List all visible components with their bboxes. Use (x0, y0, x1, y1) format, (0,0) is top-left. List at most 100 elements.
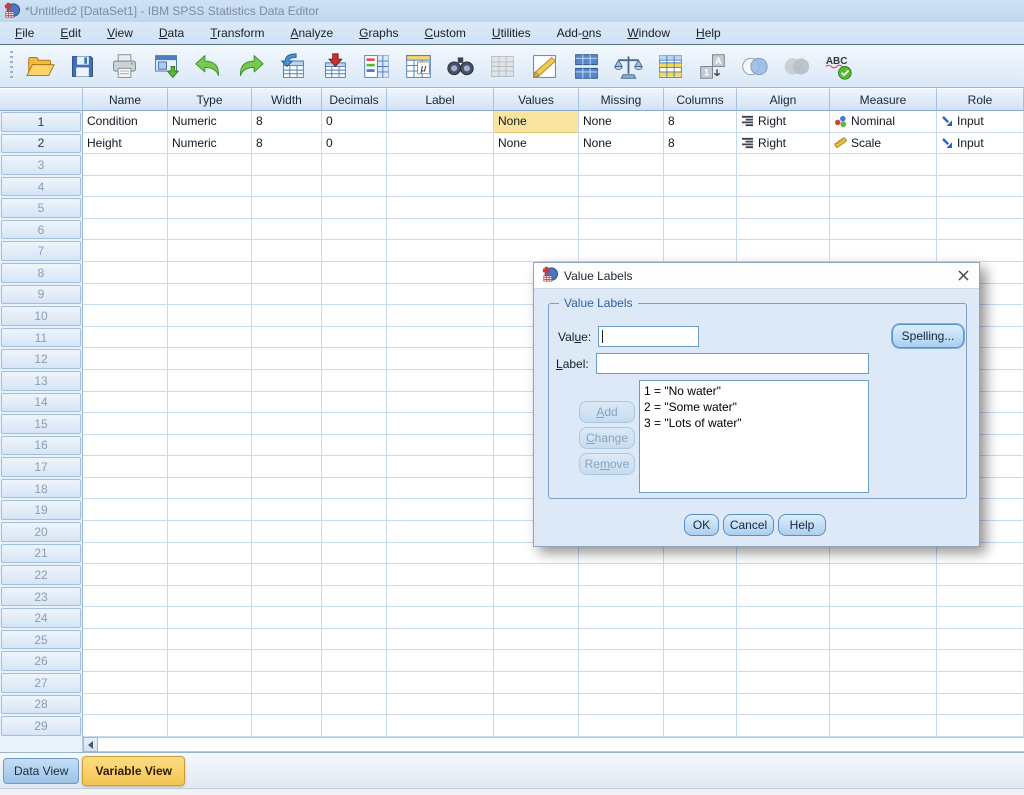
cell-decimals-row10[interactable] (322, 305, 387, 327)
cell-measure-row25[interactable] (830, 629, 937, 651)
cell-decimals-row5[interactable] (322, 197, 387, 219)
cell-measure-row4[interactable] (830, 176, 937, 198)
cell-width-row2[interactable]: 8 (252, 133, 322, 155)
cell-columns-row26[interactable] (664, 650, 737, 672)
cell-type-row2[interactable]: Numeric (168, 133, 252, 155)
cell-decimals-row27[interactable] (322, 672, 387, 694)
cell-width-row29[interactable] (252, 715, 322, 737)
cell-columns-row7[interactable] (664, 240, 737, 262)
row-number-14[interactable]: 14 (0, 392, 83, 414)
cell-name-row24[interactable] (83, 607, 168, 629)
cell-decimals-row7[interactable] (322, 240, 387, 262)
cell-missing-row7[interactable] (579, 240, 664, 262)
spell-check-icon[interactable]: ABC (822, 50, 855, 83)
cell-missing-row28[interactable] (579, 694, 664, 716)
menu-item-add-ons[interactable]: Add-ons (544, 23, 615, 43)
row-number-26[interactable]: 26 (0, 650, 83, 672)
cell-align-row2[interactable]: Right (737, 133, 830, 155)
cell-align-row29[interactable] (737, 715, 830, 737)
cell-missing-row4[interactable] (579, 176, 664, 198)
cell-columns-row6[interactable] (664, 219, 737, 241)
cell-type-row12[interactable] (168, 348, 252, 370)
cell-label-row18[interactable] (387, 478, 494, 500)
cell-type-row28[interactable] (168, 694, 252, 716)
row-number-25[interactable]: 25 (0, 629, 83, 651)
cell-name-row17[interactable] (83, 456, 168, 478)
cell-values-row29[interactable] (494, 715, 579, 737)
undo-icon[interactable] (192, 50, 225, 83)
row-number-13[interactable]: 13 (0, 370, 83, 392)
cell-name-row16[interactable] (83, 435, 168, 457)
cell-align-row27[interactable] (737, 672, 830, 694)
cell-role-row28[interactable] (937, 694, 1024, 716)
cell-align-row3[interactable] (737, 154, 830, 176)
cell-role-row29[interactable] (937, 715, 1024, 737)
cell-width-row15[interactable] (252, 413, 322, 435)
cell-decimals-row26[interactable] (322, 650, 387, 672)
cell-width-row4[interactable] (252, 176, 322, 198)
cell-name-row15[interactable] (83, 413, 168, 435)
menu-item-window[interactable]: Window (614, 23, 683, 43)
cell-type-row10[interactable] (168, 305, 252, 327)
cell-values-row7[interactable] (494, 240, 579, 262)
cell-missing-row23[interactable] (579, 586, 664, 608)
remove-button[interactable]: Remove (579, 453, 635, 475)
menu-item-data[interactable]: Data (146, 23, 197, 43)
cell-align-row5[interactable] (737, 197, 830, 219)
cell-label-row3[interactable] (387, 154, 494, 176)
cell-missing-row29[interactable] (579, 715, 664, 737)
cell-decimals-row15[interactable] (322, 413, 387, 435)
cell-measure-row28[interactable] (830, 694, 937, 716)
cell-width-row7[interactable] (252, 240, 322, 262)
cell-width-row11[interactable] (252, 327, 322, 349)
row-number-15[interactable]: 15 (0, 413, 83, 435)
cell-name-row18[interactable] (83, 478, 168, 500)
cell-measure-row1[interactable]: Nominal (830, 111, 937, 133)
cell-name-row25[interactable] (83, 629, 168, 651)
cell-align-row24[interactable] (737, 607, 830, 629)
cell-decimals-row12[interactable] (322, 348, 387, 370)
cell-align-row23[interactable] (737, 586, 830, 608)
cell-width-row25[interactable] (252, 629, 322, 651)
cell-width-row26[interactable] (252, 650, 322, 672)
cell-role-row5[interactable] (937, 197, 1024, 219)
cell-align-row28[interactable] (737, 694, 830, 716)
cell-decimals-row6[interactable] (322, 219, 387, 241)
cell-decimals-row13[interactable] (322, 370, 387, 392)
cell-missing-row2[interactable]: None (579, 133, 664, 155)
cell-values-row28[interactable] (494, 694, 579, 716)
cell-type-row23[interactable] (168, 586, 252, 608)
cell-name-row7[interactable] (83, 240, 168, 262)
menu-item-help[interactable]: Help (683, 23, 734, 43)
cell-width-row19[interactable] (252, 499, 322, 521)
cell-missing-row22[interactable] (579, 564, 664, 586)
cell-width-row18[interactable] (252, 478, 322, 500)
cell-width-row22[interactable] (252, 564, 322, 586)
cell-measure-row24[interactable] (830, 607, 937, 629)
menu-item-view[interactable]: View (94, 23, 146, 43)
cell-columns-row4[interactable] (664, 176, 737, 198)
cell-width-row1[interactable]: 8 (252, 111, 322, 133)
variables-info-icon[interactable]: μ (402, 50, 435, 83)
cell-label-row23[interactable] (387, 586, 494, 608)
cell-type-row25[interactable] (168, 629, 252, 651)
cell-type-row9[interactable] (168, 284, 252, 306)
cell-name-row11[interactable] (83, 327, 168, 349)
cell-name-row4[interactable] (83, 176, 168, 198)
cell-label-row12[interactable] (387, 348, 494, 370)
row-number-7[interactable]: 7 (0, 240, 83, 262)
cell-label-row9[interactable] (387, 284, 494, 306)
cell-values-row27[interactable] (494, 672, 579, 694)
row-number-27[interactable]: 27 (0, 672, 83, 694)
cell-values-row23[interactable] (494, 586, 579, 608)
cell-label-row17[interactable] (387, 456, 494, 478)
row-number-1[interactable]: 1 (0, 111, 83, 133)
cell-label-row4[interactable] (387, 176, 494, 198)
split-file-icon[interactable] (570, 50, 603, 83)
cell-align-row7[interactable] (737, 240, 830, 262)
cell-label-row10[interactable] (387, 305, 494, 327)
row-number-9[interactable]: 9 (0, 284, 83, 306)
cell-width-row10[interactable] (252, 305, 322, 327)
cell-missing-row3[interactable] (579, 154, 664, 176)
cell-name-row1[interactable]: Condition (83, 111, 168, 133)
